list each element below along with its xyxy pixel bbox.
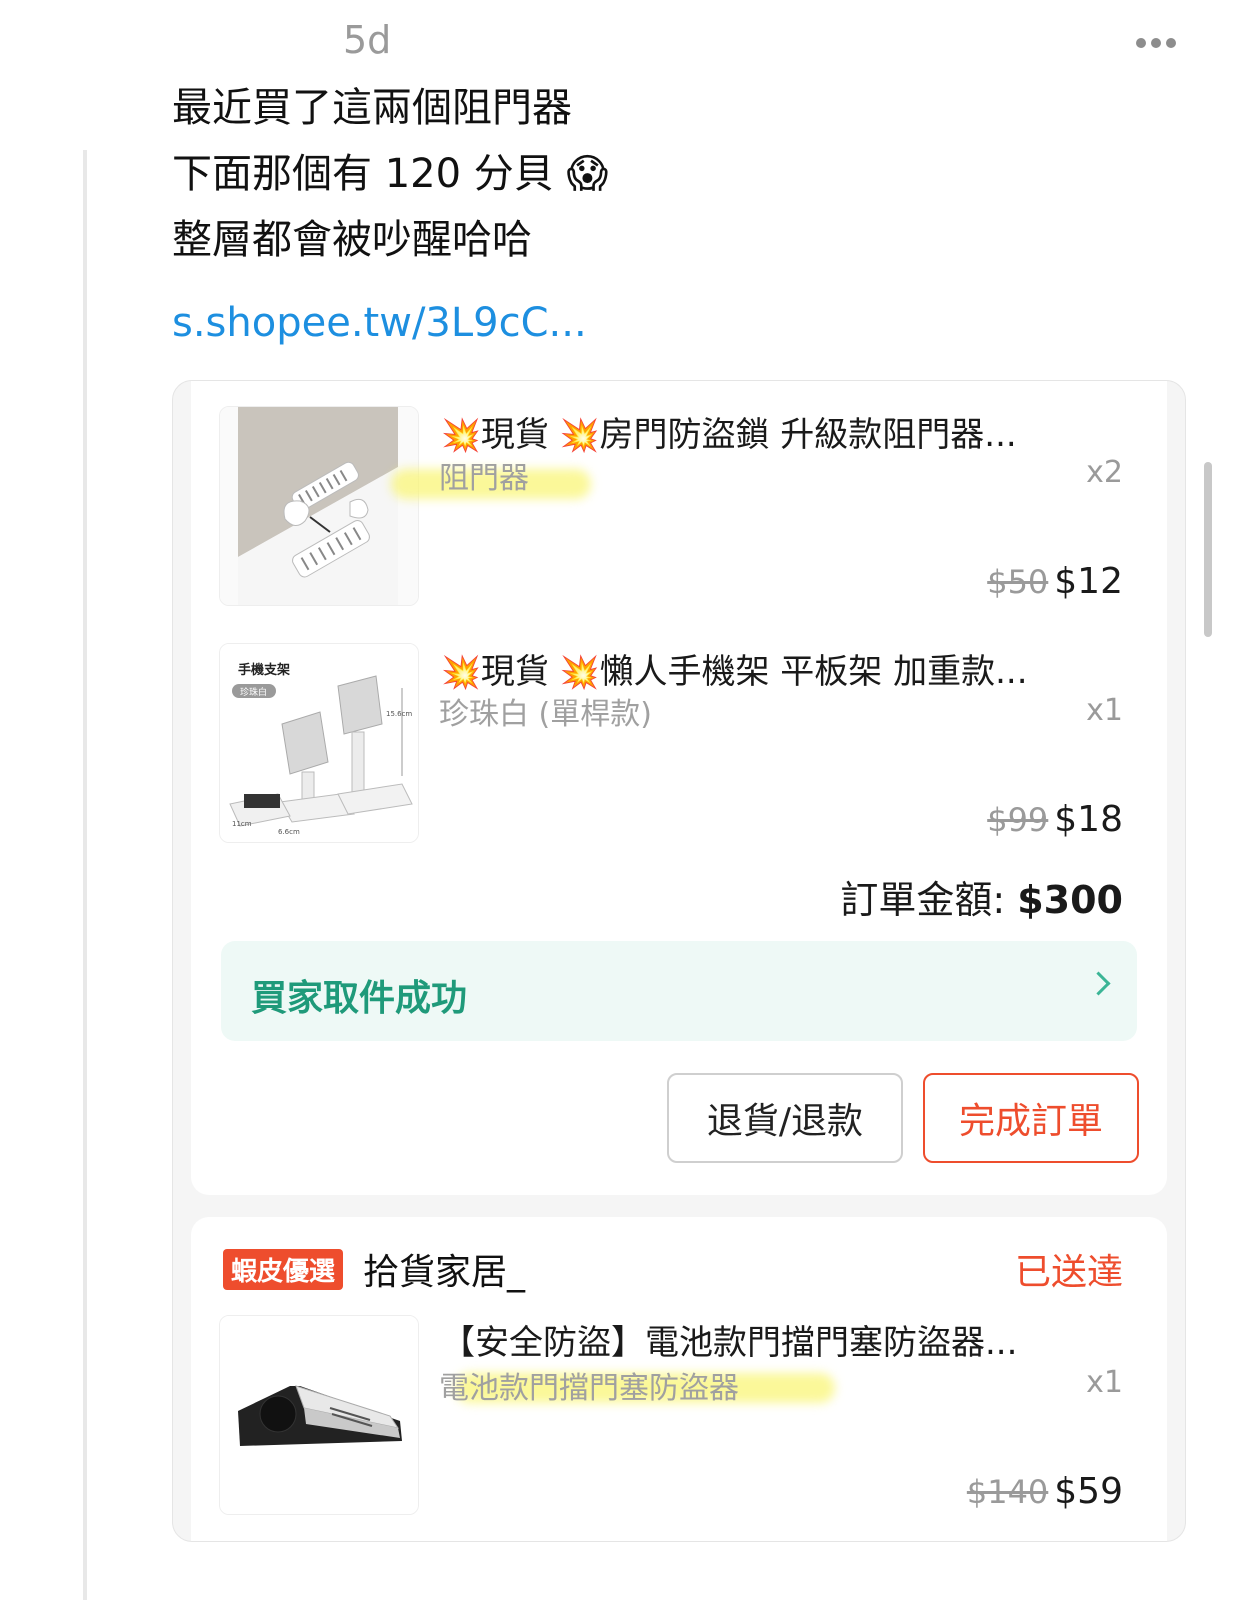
door-stopper-image[interactable] bbox=[219, 406, 419, 606]
product-price: $99 $18 bbox=[987, 799, 1123, 840]
product-title[interactable]: 【安全防盜】電池款門擋門塞防盜器... bbox=[441, 1315, 1017, 1364]
shopee-mall-badge: 蝦皮優選 bbox=[223, 1249, 344, 1290]
order-card: 蝦皮優選 拾貨家居_ 已送達 【安全防盜】電池款門擋門塞防盜器... 電池款門擋… bbox=[191, 1217, 1167, 1541]
phone-stand-image[interactable]: 手機支架 珍珠白 15.6cm 11cm 6.6cm bbox=[219, 643, 419, 843]
screenshot-attachment[interactable]: 💥現貨 💥房門防盜鎖 升級款阻門器... 阻門器 x2 $50 $12 手機支架 … bbox=[172, 380, 1186, 1542]
image-dimension: 11cm bbox=[232, 820, 252, 828]
post-line: 最近買了這兩個阻門器 bbox=[172, 85, 572, 131]
product-qty: x1 bbox=[1086, 1365, 1123, 1400]
thread-line bbox=[83, 150, 87, 1600]
order-total: 訂單金額: $300 bbox=[840, 878, 1123, 922]
original-price: $140 bbox=[966, 1473, 1049, 1511]
chevron-right-icon bbox=[1086, 971, 1111, 996]
post-line: 下面那個有 120 分貝 😱 bbox=[172, 151, 609, 197]
delivery-status: 已送達 bbox=[1014, 1252, 1123, 1293]
image-dimension: 6.6cm bbox=[278, 828, 300, 836]
more-options-icon[interactable] bbox=[1136, 38, 1176, 48]
burst-icon: 💥 bbox=[559, 416, 600, 454]
order-status-bar[interactable]: 買家取件成功 bbox=[221, 941, 1137, 1041]
post-time: 5d bbox=[343, 18, 392, 62]
door-alarm-image[interactable] bbox=[219, 1315, 419, 1515]
scrollbar[interactable] bbox=[1204, 462, 1212, 637]
product-price: $50 $12 bbox=[987, 561, 1123, 602]
product-qty: x2 bbox=[1086, 455, 1123, 490]
original-price: $99 bbox=[987, 801, 1049, 839]
product-variant: 珍珠白 (單桿款) bbox=[439, 697, 652, 732]
product-variant: 阻門器 bbox=[439, 461, 529, 496]
order-card: 💥現貨 💥房門防盜鎖 升級款阻門器... 阻門器 x2 $50 $12 手機支架 … bbox=[191, 381, 1167, 1195]
product-qty: x1 bbox=[1086, 693, 1123, 728]
original-price: $50 bbox=[987, 563, 1049, 601]
burst-icon: 💥 bbox=[441, 416, 481, 454]
burst-icon: 💥 bbox=[559, 653, 600, 691]
image-caption: 手機支架 bbox=[238, 662, 290, 678]
scream-emoji-icon: 😱 bbox=[566, 151, 609, 197]
product-title[interactable]: 💥現貨 💥房門防盜鎖 升級款阻門器... bbox=[441, 407, 1017, 456]
image-tag: 珍珠白 bbox=[240, 686, 267, 698]
product-variant: 電池款門擋門塞防盜器 bbox=[439, 1371, 739, 1406]
shopee-link[interactable]: s.shopee.tw/3L9cC... bbox=[172, 300, 587, 346]
order-status-text: 買家取件成功 bbox=[251, 978, 468, 1019]
complete-order-button[interactable]: 完成訂單 bbox=[923, 1073, 1139, 1163]
burst-icon: 💥 bbox=[441, 653, 481, 691]
post-text: 最近買了這兩個阻門器 下面那個有 120 分貝 😱 整層都會被吵醒哈哈 bbox=[172, 75, 608, 273]
refund-button[interactable]: 退貨/退款 bbox=[667, 1073, 903, 1163]
product-price: $140 $59 bbox=[966, 1471, 1123, 1512]
post-line: 整層都會被吵醒哈哈 bbox=[172, 217, 532, 263]
shop-name[interactable]: 拾貨家居_ bbox=[363, 1243, 525, 1295]
product-title[interactable]: 💥現貨 💥懶人手機架 平板架 加重款... bbox=[441, 644, 1028, 693]
image-dimension: 15.6cm bbox=[386, 710, 412, 718]
